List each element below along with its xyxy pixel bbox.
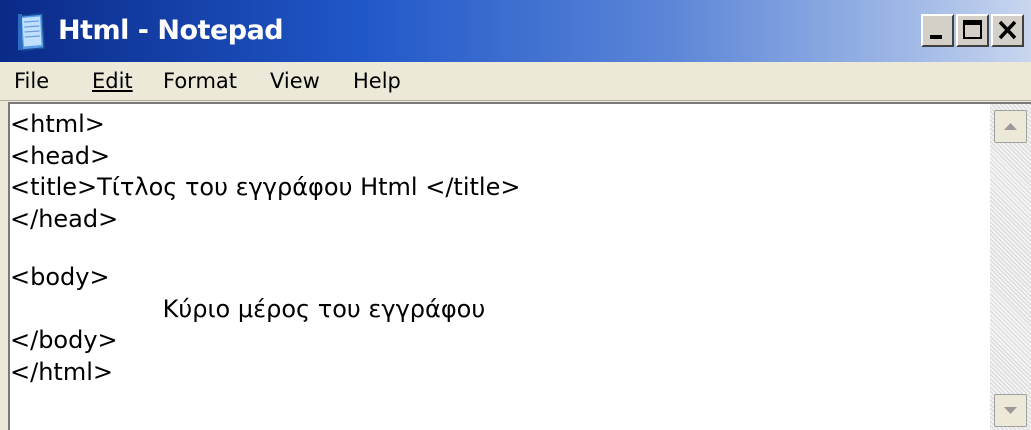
vertical-scrollbar[interactable] bbox=[990, 104, 1031, 430]
minimize-button[interactable] bbox=[921, 14, 954, 47]
text-editor[interactable]: <html> <head> <title>Τίτλος του εγγράφου… bbox=[10, 104, 988, 430]
menu-file[interactable]: File bbox=[14, 66, 49, 96]
code-line: <title>Τίτλος του εγγράφου Html </title> bbox=[10, 173, 521, 201]
arrow-up-icon bbox=[1004, 123, 1017, 130]
close-icon bbox=[998, 20, 1017, 40]
code-line: Κύριο μέρος του εγγράφου bbox=[10, 295, 486, 323]
maximize-icon bbox=[963, 20, 982, 39]
code-line: </body> bbox=[10, 326, 118, 354]
menu-edit[interactable]: Edit bbox=[92, 66, 133, 96]
code-line: <body> bbox=[10, 263, 110, 291]
maximize-button[interactable] bbox=[956, 14, 989, 47]
scroll-down-button[interactable] bbox=[994, 394, 1027, 427]
code-line: <html> bbox=[10, 110, 105, 138]
notepad-icon bbox=[18, 13, 45, 51]
close-button[interactable] bbox=[991, 14, 1024, 47]
window-title: Html - Notepad bbox=[58, 15, 284, 46]
notepad-window: Html - Notepad File Edit Format View Hel… bbox=[0, 0, 1031, 430]
menu-bar: File Edit Format View Help bbox=[0, 62, 1031, 101]
menu-help[interactable]: Help bbox=[353, 66, 401, 96]
menu-view[interactable]: View bbox=[270, 66, 320, 96]
arrow-down-icon bbox=[1004, 407, 1017, 414]
code-line: </html> bbox=[10, 358, 113, 386]
title-bar[interactable]: Html - Notepad bbox=[0, 0, 1031, 62]
menu-format[interactable]: Format bbox=[163, 66, 237, 96]
scroll-up-button[interactable] bbox=[994, 110, 1027, 143]
minimize-icon bbox=[930, 35, 942, 39]
code-line: <head> bbox=[10, 142, 111, 170]
code-line: </head> bbox=[10, 205, 119, 233]
